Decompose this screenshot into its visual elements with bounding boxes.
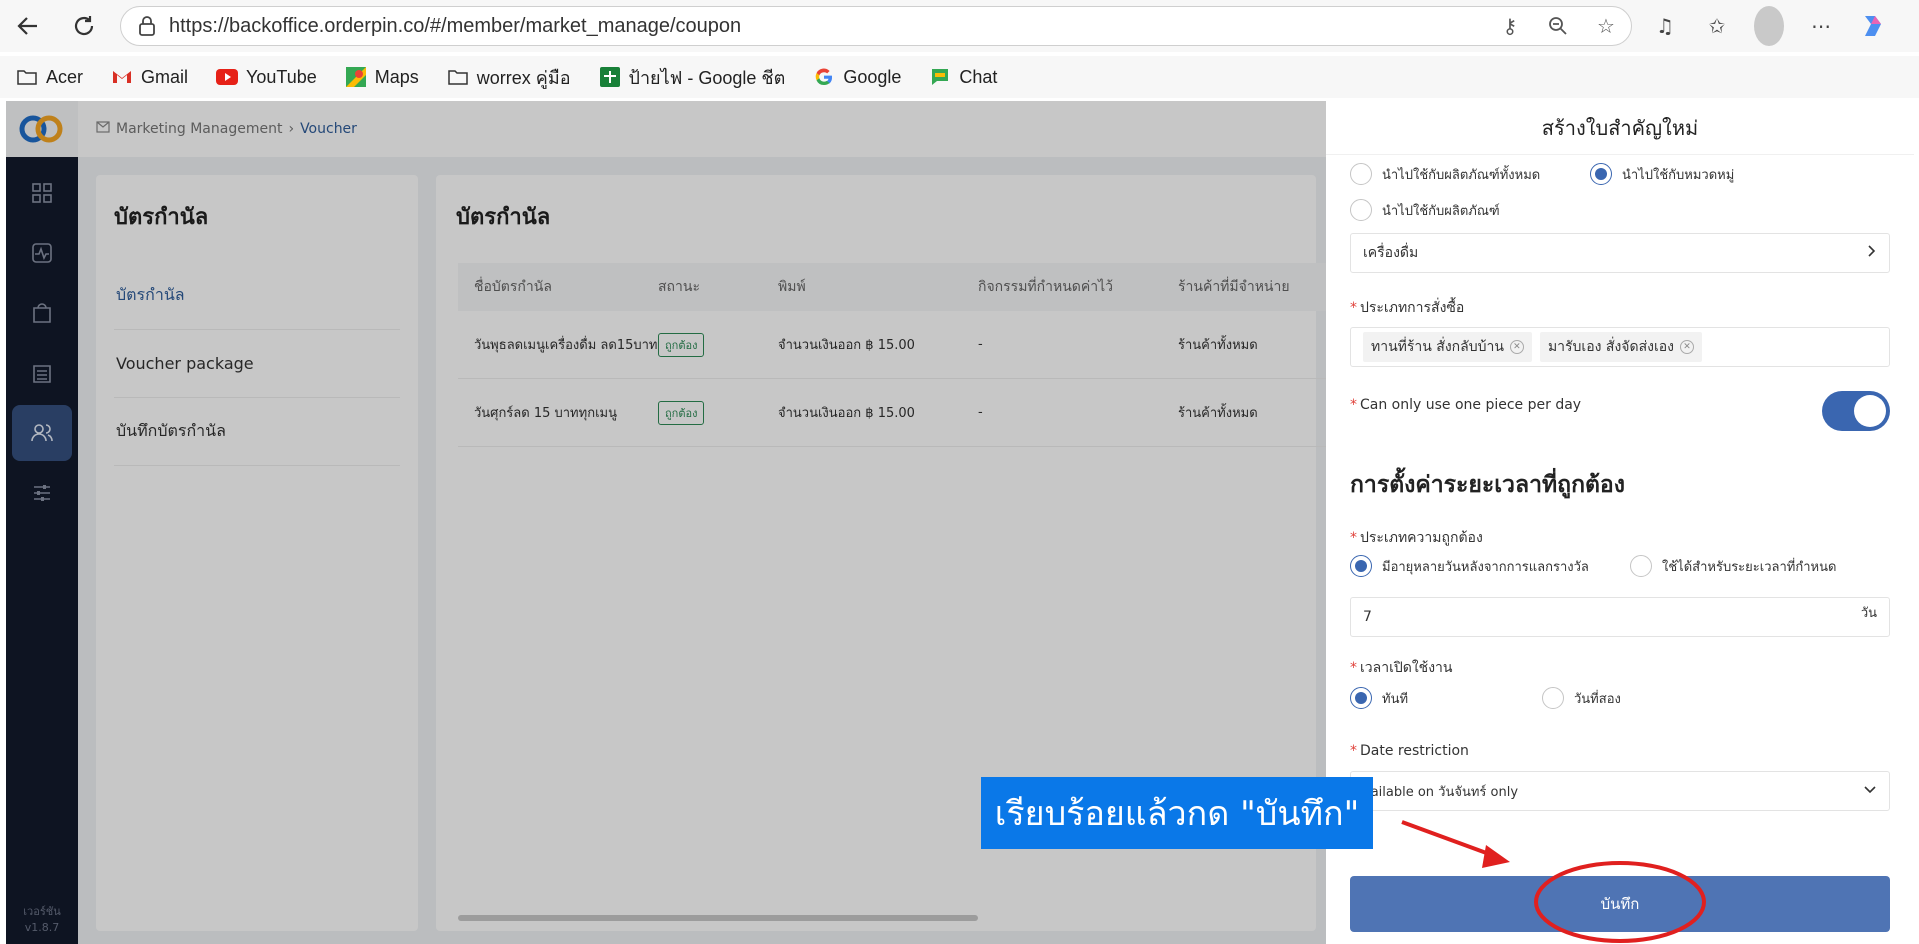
one-per-day-label: * Can only use one piece per day xyxy=(1350,397,1582,413)
bookmark-sheets[interactable]: ป้ายไฟ - Google ชีต xyxy=(599,63,785,92)
reload-icon[interactable] xyxy=(64,6,104,46)
one-per-day-toggle[interactable] xyxy=(1822,391,1890,431)
order-chip: มารับเอง สั่งจัดส่งเอง ✕ xyxy=(1539,332,1702,362)
profile-icon[interactable] xyxy=(1754,6,1784,46)
order-type-select[interactable]: ทานที่ร้าน สั่งกลับบ้าน ✕ มารับเอง สั่งจั… xyxy=(1350,327,1890,367)
address-bar[interactable]: https://backoffice.orderpin.co/#/member/… xyxy=(120,6,1632,46)
chip-close-icon[interactable]: ✕ xyxy=(1509,340,1524,354)
bookmark-acer[interactable]: Acer xyxy=(16,67,83,88)
chat-icon xyxy=(929,67,951,87)
zoom-out-icon[interactable] xyxy=(1545,13,1571,39)
date-restriction-label: * Date restriction xyxy=(1350,743,1469,759)
favorites-icon[interactable]: ✩ xyxy=(1702,6,1732,46)
gmail-icon xyxy=(111,67,133,87)
order-type-label: * ประเภทการสั่งซื้อ xyxy=(1350,300,1465,316)
date-restriction-select[interactable]: vailable on วันจันทร์ only xyxy=(1350,771,1890,811)
save-button[interactable]: บันทึก xyxy=(1350,876,1890,932)
star-icon[interactable]: ☆ xyxy=(1593,13,1619,39)
radio-start-second-day[interactable]: วันที่สอง xyxy=(1542,687,1621,709)
folder-icon xyxy=(447,67,469,87)
radio-start-immediate[interactable]: ทันที xyxy=(1350,687,1408,709)
copilot-icon[interactable] xyxy=(1858,6,1888,46)
google-icon xyxy=(813,67,835,87)
bookmark-maps[interactable]: Maps xyxy=(345,67,419,88)
chip-close-icon[interactable]: ✕ xyxy=(1680,340,1694,354)
start-label: * เวลาเปิดใช้งาน xyxy=(1350,660,1453,676)
key-icon[interactable]: ⚷ xyxy=(1497,13,1523,39)
bookmark-gmail[interactable]: Gmail xyxy=(111,67,188,88)
bookmark-youtube[interactable]: YouTube xyxy=(216,67,317,88)
bookmark-worrex[interactable]: worrex คู่มือ xyxy=(447,63,571,92)
music-icon[interactable]: ♫ xyxy=(1650,6,1680,46)
radio-apply-product[interactable]: นำไปใช้กับผลิตภัณฑ์ xyxy=(1350,199,1500,221)
radio-apply-all[interactable]: นำไปใช้กับผลิตภัณฑ์ทั้งหมด xyxy=(1350,163,1540,185)
radio-validity-days[interactable]: มีอายุหลายวันหลังจากการแลกรางวัล xyxy=(1350,555,1589,577)
drawer-title: สร้างใบสำคัญใหม่ xyxy=(1326,101,1914,155)
category-select[interactable]: เครื่องดื่ม xyxy=(1350,233,1890,273)
url-text: https://backoffice.orderpin.co/#/member/… xyxy=(169,14,742,37)
validity-type-label: * ประเภทความถูกต้อง xyxy=(1350,530,1483,546)
chevron-right-icon xyxy=(1867,244,1877,262)
app-frame: เวอร์ชัน v1.8.7 Marketing Management › V… xyxy=(6,101,1914,944)
more-icon[interactable]: ⋯ xyxy=(1806,6,1836,46)
order-chip: ทานที่ร้าน สั่งกลับบ้าน ✕ xyxy=(1363,332,1532,362)
back-icon[interactable] xyxy=(8,6,48,46)
radio-validity-period[interactable]: ใช้ได้สำหรับระยะเวลาที่กำหนด xyxy=(1630,555,1836,577)
lock-icon[interactable] xyxy=(135,14,159,38)
radio-apply-category[interactable]: นำไปใช้กับหมวดหมู่ xyxy=(1590,163,1734,185)
browser-toolbar: https://backoffice.orderpin.co/#/member/… xyxy=(0,0,1919,52)
bookmark-chat[interactable]: Chat xyxy=(929,67,997,88)
youtube-icon xyxy=(216,67,239,87)
days-input[interactable]: 7 วัน xyxy=(1350,597,1890,637)
bookmarks-bar: Acer Gmail YouTube Maps worrex คู่มือ ป้… xyxy=(0,56,1919,98)
days-unit: วัน xyxy=(1860,606,1877,621)
bookmark-google[interactable]: Google xyxy=(813,67,901,88)
validity-section-title: การตั้งค่าระยะเวลาที่ถูกต้อง xyxy=(1350,472,1625,498)
chevron-down-icon xyxy=(1863,783,1877,799)
instruction-callout: เรียบร้อยแล้วกด "บันทึก" xyxy=(981,777,1373,849)
sheets-icon xyxy=(599,67,621,87)
create-voucher-drawer: สร้างใบสำคัญใหม่ นำไปใช้กับผลิตภัณฑ์ทั้ง… xyxy=(1326,101,1914,944)
maps-icon xyxy=(345,67,367,87)
folder-icon xyxy=(16,67,38,87)
